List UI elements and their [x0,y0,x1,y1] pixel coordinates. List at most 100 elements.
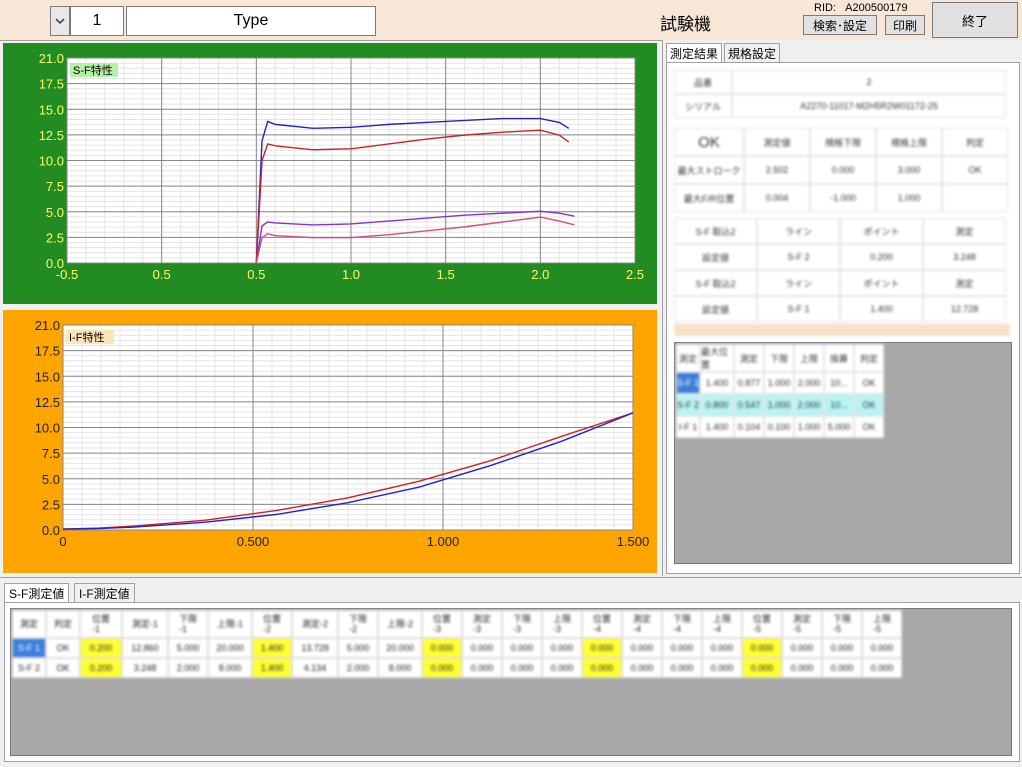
value-cell: OK [46,658,80,678]
result-header-cell: 判定 [942,128,1008,156]
value-cell: 2.000 [168,658,208,678]
x-tick-label: 1.000 [427,534,460,549]
result-cell: 最大ストローク [674,156,744,184]
value-header-cell: 上限-1 [208,610,252,638]
value-cell: 0.000 [702,658,742,678]
value-cell: 8.000 [208,658,252,678]
value-header-cell: 上限 -4 [702,610,742,638]
grid-header-cell: 換算 [824,344,854,372]
sf-setting-cell: S-F 取込2 [674,218,757,244]
sf-setting-cell: S-F 1 [757,296,840,322]
value-cell: 0.000 [622,658,662,678]
value-cell: 13.728 [292,638,338,658]
value-cell: 0.000 [502,638,542,658]
tab-measure-result[interactable]: 測定結果 [666,43,723,63]
y-tick-label: 0.0 [46,256,64,271]
y-tick-label: 21.0 [35,318,60,333]
dropdown-button[interactable] [50,6,70,36]
x-tick-label: 1.500 [617,534,650,549]
sf-setting-cell: ポイント [840,270,923,296]
y-tick-label: 17.5 [35,344,60,359]
value-header-cell: 下限 -2 [338,610,378,638]
result-cell: OK [942,156,1008,184]
search-settings-button[interactable]: 検索･設定 [803,15,877,35]
section-strip [674,324,1010,336]
sf-setting-cell: S-F 2 [757,244,840,270]
value-cell: 20.000 [208,638,252,658]
value-cell: 0.200 [80,638,122,658]
tab-if-values[interactable]: I-F測定値 [74,583,135,602]
grid-cell: 10... [824,394,854,416]
value-cell: 12.860 [122,638,168,658]
grid-cell: 0.104 [734,416,764,438]
y-tick-label: 7.5 [42,446,60,461]
sf-setting-cell: 12.728 [923,296,1006,322]
value-cell: 0.000 [422,638,462,658]
info-value: 2 [732,70,1006,94]
x-tick-label: 1.5 [437,267,455,282]
grid-header-cell: 上限 [794,344,824,372]
values-grid: 測定 判定 位置 -1 測定-1 下限 -1 上限-1 位置 -2 測定-2 下限 -2 上限-2… [12,610,952,680]
grid-cell: 1.000 [764,372,794,394]
result-cell: -1.000 [810,184,876,212]
tab-spec-settings[interactable]: 規格設定 [724,43,781,62]
grid-header-cell: 判定 [854,344,884,372]
sf-setting-cell: 設定値 [674,296,757,322]
machine-title: 試験機 [660,15,711,34]
rid-label: RID: [814,2,836,14]
value-cell: 3.248 [122,658,168,678]
sf-setting-cell: 測定 [923,270,1006,296]
end-button[interactable]: 終了 [932,2,1018,38]
grid-header-cell: 最大位置 [700,344,734,372]
result-cell: 最大F/R位置 [674,184,744,212]
value-cell: 0.200 [80,658,122,678]
grid-cell: 2.000 [794,394,824,416]
y-tick-label: 15.0 [39,102,64,117]
sf-setting-cell: 0.200 [840,244,923,270]
grid-cell: S-F 2 [676,394,700,416]
info-label: シリアル [674,94,732,118]
value-cell: 5.000 [168,638,208,658]
result-grid: 測定 最大位置 測定 下限 上限 換算 判定 S-F 1 1.400 0.877 1.000 2.00… [676,344,976,440]
x-tick-label: 2.0 [531,267,549,282]
if-chart: 0 0.500 1.000 1.500 0.0 2.5 5.0 7.5 10.0 12.5 15.0… [35,318,650,549]
value-header-cell: 位置 -5 [742,610,782,638]
print-button[interactable]: 印刷 [885,15,925,35]
value-cell: 1.400 [252,658,292,678]
value-cell: 0.000 [542,638,582,658]
value-cell: 0.000 [742,638,782,658]
y-tick-label: 7.5 [46,179,64,194]
rid-display: RID: A200500179 [814,2,908,14]
result-cell: 1.000 [876,184,942,212]
value-cell: 2.000 [338,658,378,678]
value-header-cell: 測定 [12,610,46,638]
grid-cell: 10... [824,372,854,394]
grid-cell: 0.877 [734,372,764,394]
sf-setting-cell: 1.400 [840,296,923,322]
tab-sf-values[interactable]: S-F測定値 [4,583,70,603]
result-header-cell: 規格下限 [810,128,876,156]
type-field[interactable]: Type [126,6,376,36]
value-cell: 0.000 [622,638,662,658]
y-tick-label: 5.0 [42,472,60,487]
x-tick-label: 0.5 [247,267,265,282]
value-header-cell: 位置 -4 [582,610,622,638]
if-chart-panel: 0 0.500 1.000 1.500 0.0 2.5 5.0 7.5 10.0 12.5 15.0… [3,310,657,573]
value-cell: 5.000 [338,638,378,658]
value-cell: 0.000 [582,658,622,678]
value-header-cell: 下限 -3 [502,610,542,638]
grid-cell: S-F 1 [676,372,700,394]
x-tick-label: 0.500 [237,534,270,549]
info-value: A2270-11017-M2H5R2W01172-25 [732,94,1006,118]
value-cell: 20.000 [378,638,422,658]
value-cell: 4.134 [292,658,338,678]
value-header-cell: 判定 [46,610,80,638]
grid-header-cell: 測定 [676,344,700,372]
value-cell: 1.400 [252,638,292,658]
y-tick-label: 12.5 [35,395,60,410]
y-tick-label: 2.5 [46,230,64,245]
chart-title: I-F特性 [69,330,104,344]
number-field[interactable]: 1 [70,6,124,36]
value-cell: OK [46,638,80,658]
value-cell: 0.000 [662,658,702,678]
